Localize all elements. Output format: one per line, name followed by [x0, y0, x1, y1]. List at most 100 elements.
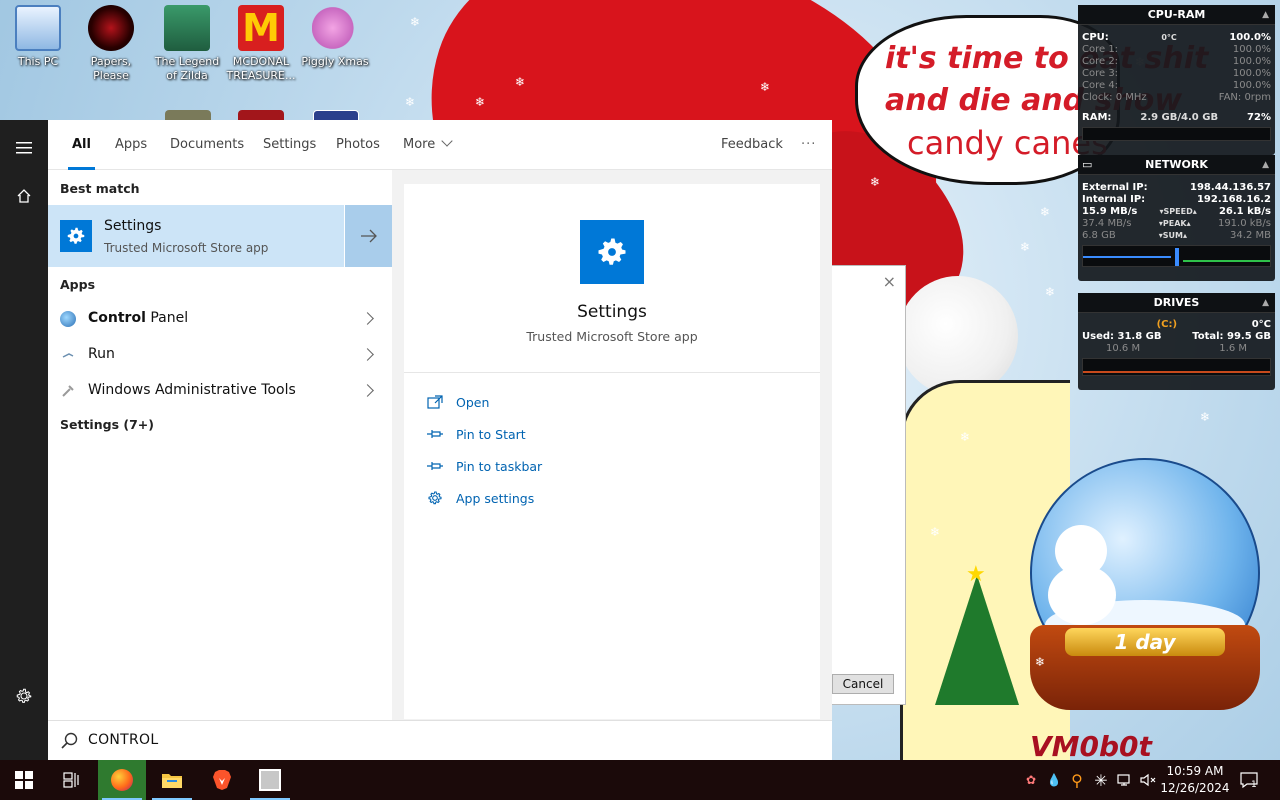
asterisk-icon: ✳ — [1094, 770, 1108, 790]
snowflake-icon: ❄ — [515, 75, 526, 89]
drive-row: (C:) 0°C — [1156, 319, 1271, 330]
tab-more[interactable]: More — [403, 120, 453, 170]
drop-icon: 💧 — [1046, 773, 1062, 787]
chevron-right-icon[interactable] — [361, 312, 374, 325]
taskbar-file-explorer[interactable] — [148, 760, 196, 800]
preview-subtitle: Trusted Microsoft Store app — [526, 329, 698, 344]
search-box[interactable]: CONTROL — [48, 720, 832, 760]
home-button[interactable] — [0, 172, 48, 220]
speed-row: 15.9 MB/s ▾SPEED▴ 26.1 kB/s — [1082, 206, 1271, 217]
clock-row: Clock: 0 MHz FAN: 0rpm — [1082, 92, 1271, 103]
christmas-tree — [935, 575, 1019, 705]
taskbar-brave[interactable] — [198, 760, 246, 800]
network-widget: ▭ NETWORK ▲ External IP: 198.44.136.57 Inte… — [1078, 155, 1275, 281]
download-line — [1083, 256, 1171, 258]
search-panel: All Apps Documents Settings Photos More … — [48, 120, 832, 760]
notification-count: 1 — [1251, 780, 1257, 790]
desktop-icon-legend-of-zilda[interactable]: The Legend of Zilda — [150, 5, 224, 83]
taskbar-firefox[interactable] — [98, 760, 146, 800]
task-view-button[interactable] — [48, 760, 96, 800]
cpu-ram-widget: CPU-RAM ▲ CPU: 0°C 100.0% Core 1: 100.0% Cor… — [1078, 5, 1275, 155]
collapse-icon[interactable]: ▲ — [1262, 293, 1269, 313]
start-rail — [0, 120, 48, 760]
upload-line — [1183, 260, 1270, 262]
core-row: Core 2: 100.0% — [1082, 56, 1271, 67]
tray-network[interactable] — [1114, 760, 1136, 800]
tab-settings[interactable]: Settings — [263, 120, 316, 170]
taskbar-clock[interactable]: 10:59 AM 12/26/2024 — [1160, 763, 1230, 797]
desktop-icon-this-pc[interactable]: This PC — [1, 5, 75, 69]
chevron-right-icon[interactable] — [361, 384, 374, 397]
tray-app-icon[interactable]: ✿ — [1020, 760, 1042, 800]
clock-time: 10:59 AM — [1166, 764, 1224, 778]
action-center-button[interactable]: 1 — [1234, 760, 1264, 800]
desktop-icon-mcdonal-treasure[interactable]: M MCDONAL TREASURE... — [224, 5, 298, 83]
close-icon[interactable]: × — [883, 272, 896, 291]
snowflake-icon: ❄ — [1035, 655, 1046, 669]
action-open[interactable]: Open — [426, 392, 489, 412]
app-result-run[interactable]: Run — [48, 337, 392, 373]
settings-section-heading[interactable]: Settings (7+) — [60, 417, 154, 432]
snowflake-icon: ❄ — [1045, 285, 1056, 299]
collapse-icon[interactable]: ▲ — [1262, 155, 1269, 175]
network-graph — [1082, 245, 1271, 267]
external-ip-row: External IP: 198.44.136.57 — [1082, 182, 1271, 193]
snowflake-icon: ❄ — [1040, 205, 1051, 219]
chevron-right-icon[interactable] — [361, 348, 374, 361]
snowflake-icon: ❄ — [410, 15, 421, 29]
snowflake-icon: ❄ — [870, 175, 881, 189]
desktop-icon-piggly-xmas[interactable]: Piggly Xmas — [298, 5, 372, 69]
tray-search-app[interactable]: ⚲ — [1066, 760, 1088, 800]
feedback-link[interactable]: Feedback — [721, 120, 783, 170]
gear-icon — [16, 688, 32, 703]
snow-globe-plate: 1 day — [1065, 628, 1225, 656]
taskbar-app[interactable] — [246, 760, 294, 800]
magnifier-icon: ⚲ — [1071, 770, 1083, 790]
tab-documents[interactable]: Documents — [170, 120, 244, 170]
task-view-icon — [63, 772, 79, 788]
firefox-icon — [111, 769, 133, 791]
action-pin-to-taskbar[interactable]: Pin to taskbar — [426, 456, 542, 476]
star-icon: ★ — [966, 562, 986, 587]
tray-vpn[interactable]: ✳ — [1090, 760, 1112, 800]
volume-muted-icon — [1140, 773, 1156, 787]
background-dialog: × Cancel — [832, 265, 906, 705]
pin-icon — [426, 426, 444, 442]
open-icon — [426, 394, 444, 410]
cancel-button[interactable]: Cancel — [832, 674, 894, 694]
ram-row: RAM: 2.9 GB/4.0 GB 72% — [1082, 112, 1271, 123]
results-list: Best match Settings Trusted Microsoft St… — [48, 170, 392, 720]
snowflake-icon: ❄ — [405, 95, 416, 109]
action-pin-to-start[interactable]: Pin to Start — [426, 424, 526, 444]
tab-photos[interactable]: Photos — [336, 120, 380, 170]
search-input[interactable]: CONTROL — [88, 732, 158, 748]
settings-rail-button[interactable] — [0, 672, 48, 720]
app-result-windows-admin-tools[interactable]: Windows Administrative Tools — [48, 373, 392, 409]
start-button[interactable] — [0, 760, 48, 800]
snowflake-icon: ❄ — [475, 95, 486, 109]
best-match-item[interactable]: Settings Trusted Microsoft Store app — [48, 205, 392, 267]
brave-icon — [213, 770, 231, 790]
preview-title: Settings — [577, 302, 647, 322]
widget-title: DRIVES — [1153, 296, 1200, 309]
tab-apps[interactable]: Apps — [115, 120, 147, 170]
gear-icon — [426, 490, 444, 506]
chevron-down-icon — [441, 135, 453, 147]
more-options-button[interactable]: ··· — [801, 120, 816, 170]
drive-io-row: 10.6 M 1.6 M — [1106, 343, 1247, 354]
action-app-settings[interactable]: App settings — [426, 488, 534, 508]
tray-drop-icon[interactable]: 💧 — [1044, 760, 1064, 800]
tab-all[interactable]: All — [68, 120, 95, 170]
gear-icon — [67, 227, 85, 244]
collapse-icon[interactable]: ▲ — [1262, 5, 1269, 25]
desktop-icon-papers-please[interactable]: Papers, Please — [74, 5, 148, 83]
drive-usage-row: Used: 31.8 GB Total: 99.5 GB — [1082, 331, 1271, 342]
hamburger-menu-button[interactable] — [0, 124, 48, 172]
mcdonalds-icon: M — [238, 5, 284, 51]
search-icon — [60, 732, 78, 754]
app-result-control-panel[interactable]: Control Panel — [48, 301, 392, 337]
open-details-button[interactable] — [344, 205, 392, 267]
control-panel-icon — [60, 311, 76, 327]
tray-volume[interactable] — [1138, 760, 1160, 800]
folder-icon — [162, 774, 182, 788]
